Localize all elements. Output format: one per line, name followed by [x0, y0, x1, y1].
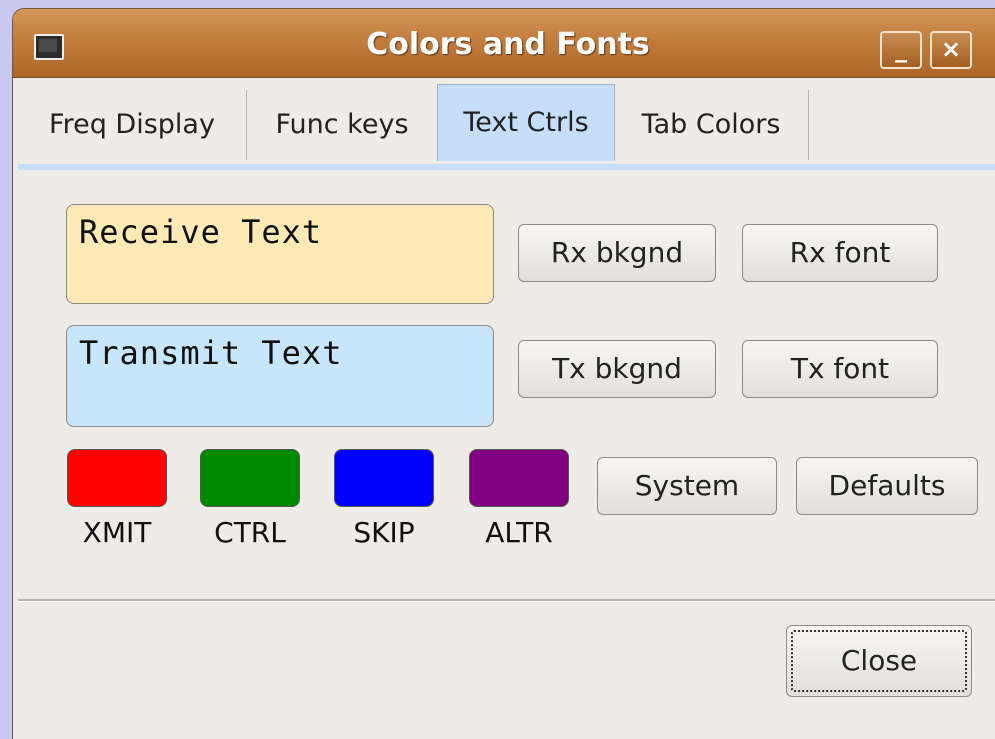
close-button[interactable]: Close	[786, 625, 972, 697]
tab-underline	[18, 164, 995, 170]
separator	[18, 599, 995, 602]
ctrl-label: CTRL	[214, 516, 286, 549]
tab-func-keys[interactable]: Func keys	[247, 90, 438, 160]
altr-label: ALTR	[485, 516, 553, 549]
defaults-button[interactable]: Defaults	[796, 457, 978, 515]
minimize-icon[interactable]: _	[880, 31, 922, 69]
transmit-text-sample[interactable]: Transmit Text	[66, 325, 494, 427]
receive-text-sample[interactable]: Receive Text	[66, 204, 494, 304]
rx-font-button[interactable]: Rx font	[742, 224, 938, 282]
focus-ring	[791, 630, 967, 692]
window-title: Colors and Fonts	[366, 27, 650, 62]
skip-color-swatch[interactable]	[334, 449, 434, 507]
ctrl-color-swatch[interactable]	[200, 449, 300, 507]
rx-bkgnd-button[interactable]: Rx bkgnd	[518, 224, 716, 282]
close-icon[interactable]: ×	[930, 31, 972, 69]
tx-font-button[interactable]: Tx font	[742, 340, 938, 398]
tx-bkgnd-button[interactable]: Tx bkgnd	[518, 340, 716, 398]
tab-text-ctrls[interactable]: Text Ctrls	[437, 84, 615, 161]
xmit-label: XMIT	[82, 516, 152, 549]
tab-tab-colors[interactable]: Tab Colors	[614, 90, 809, 160]
system-button[interactable]: System	[597, 457, 777, 515]
xmit-color-swatch[interactable]	[67, 449, 167, 507]
altr-color-swatch[interactable]	[469, 449, 569, 507]
skip-label: SKIP	[353, 516, 415, 549]
title-bar[interactable]: Colors and Fonts _ ×	[13, 9, 995, 78]
tab-freq-display[interactable]: Freq Display	[18, 90, 247, 160]
